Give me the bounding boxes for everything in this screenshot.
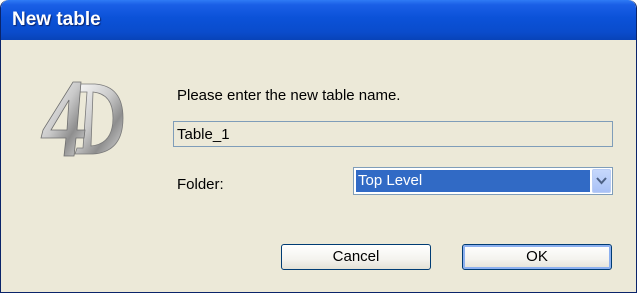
folder-selected-value: Top Level xyxy=(356,170,590,192)
folder-label: Folder: xyxy=(177,176,224,193)
folder-dropdown[interactable]: Top Level xyxy=(353,167,613,195)
4d-logo-icon xyxy=(37,78,127,160)
table-name-input[interactable] xyxy=(173,121,613,147)
cancel-button[interactable]: Cancel xyxy=(281,244,431,270)
dropdown-arrow-button[interactable] xyxy=(592,169,611,193)
window-title: New table xyxy=(12,9,101,30)
prompt-text: Please enter the new table name. xyxy=(177,87,401,104)
ok-button[interactable]: OK xyxy=(462,244,612,270)
new-table-dialog: New table Please enter the new table nam… xyxy=(0,0,637,293)
title-bar[interactable]: New table xyxy=(1,0,636,40)
